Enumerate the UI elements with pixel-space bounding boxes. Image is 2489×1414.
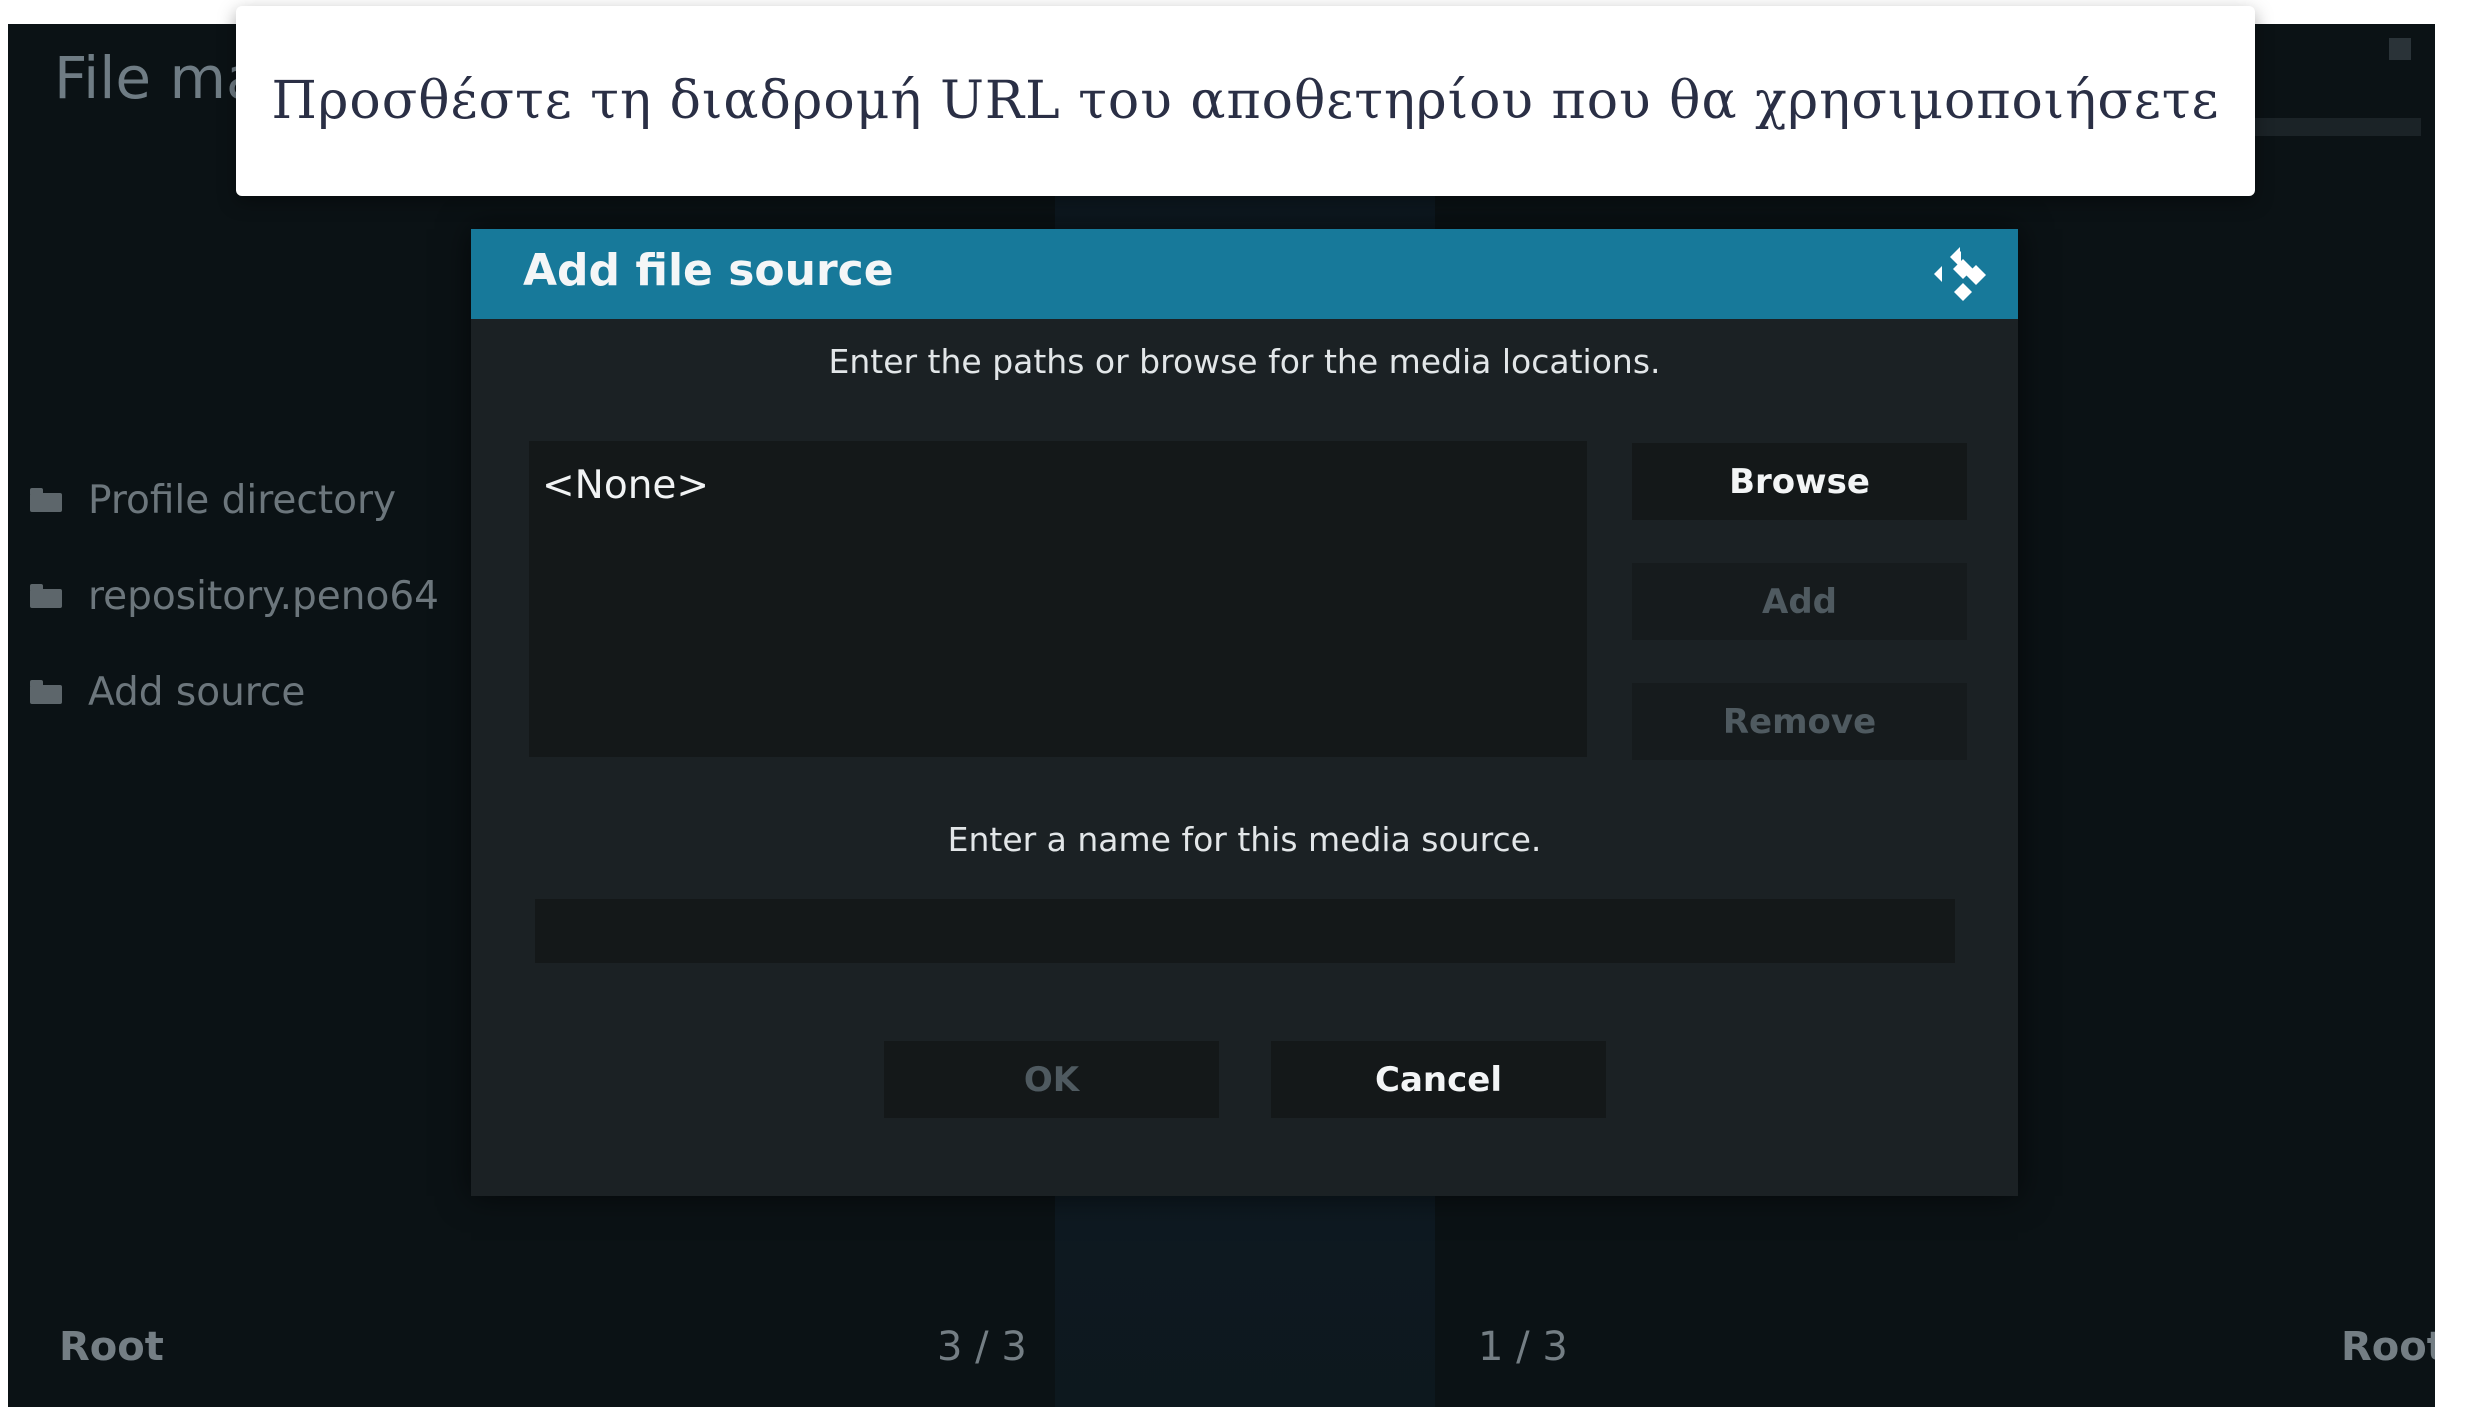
top-right-bar — [2231, 118, 2421, 136]
folder-icon — [30, 488, 62, 512]
list-item-add-source[interactable]: Add source — [30, 644, 439, 740]
name-instruction: Enter a name for this media source. — [947, 820, 1542, 859]
browse-button[interactable]: Browse — [1632, 443, 1967, 520]
ok-button[interactable]: OK — [884, 1041, 1219, 1118]
folder-icon — [30, 680, 62, 704]
dialog-header: Add file source — [471, 229, 2018, 319]
footer-right-path: Root — [2341, 1324, 2435, 1370]
banner-text: Προσθέστε τη διαδρομή URL του αποθετηρίο… — [271, 71, 2220, 131]
source-list: Profile directory repository.peno64 Add … — [30, 452, 439, 740]
list-item-profile-directory[interactable]: Profile directory — [30, 452, 439, 548]
paths-list[interactable]: <None> — [529, 441, 1587, 757]
paths-instruction: Enter the paths or browse for the media … — [828, 342, 1661, 381]
list-item-label: repository.peno64 — [88, 573, 439, 619]
add-button[interactable]: Add — [1632, 563, 1967, 640]
path-entry[interactable]: <None> — [542, 463, 709, 508]
footer-left-count: 3 / 3 — [937, 1324, 1027, 1370]
top-right-indicator — [2389, 38, 2411, 60]
list-item-label: Profile directory — [88, 477, 397, 523]
add-file-source-dialog: Add file source Enter the paths or brows… — [471, 229, 2018, 1196]
footer-right-count: 1 / 3 — [1478, 1324, 1568, 1370]
instruction-banner: Προσθέστε τη διαδρομή URL του αποθετηρίο… — [236, 6, 2255, 196]
cancel-button[interactable]: Cancel — [1271, 1041, 1606, 1118]
list-item-repository[interactable]: repository.peno64 — [30, 548, 439, 644]
source-name-input[interactable] — [535, 899, 1955, 963]
folder-icon — [30, 584, 62, 608]
footer-left-path: Root — [59, 1324, 164, 1370]
list-item-label: Add source — [88, 669, 306, 715]
app-title: File ma — [54, 44, 262, 112]
kodi-logo-icon — [1934, 247, 1986, 301]
dialog-title: Add file source — [523, 245, 894, 296]
remove-button[interactable]: Remove — [1632, 683, 1967, 760]
